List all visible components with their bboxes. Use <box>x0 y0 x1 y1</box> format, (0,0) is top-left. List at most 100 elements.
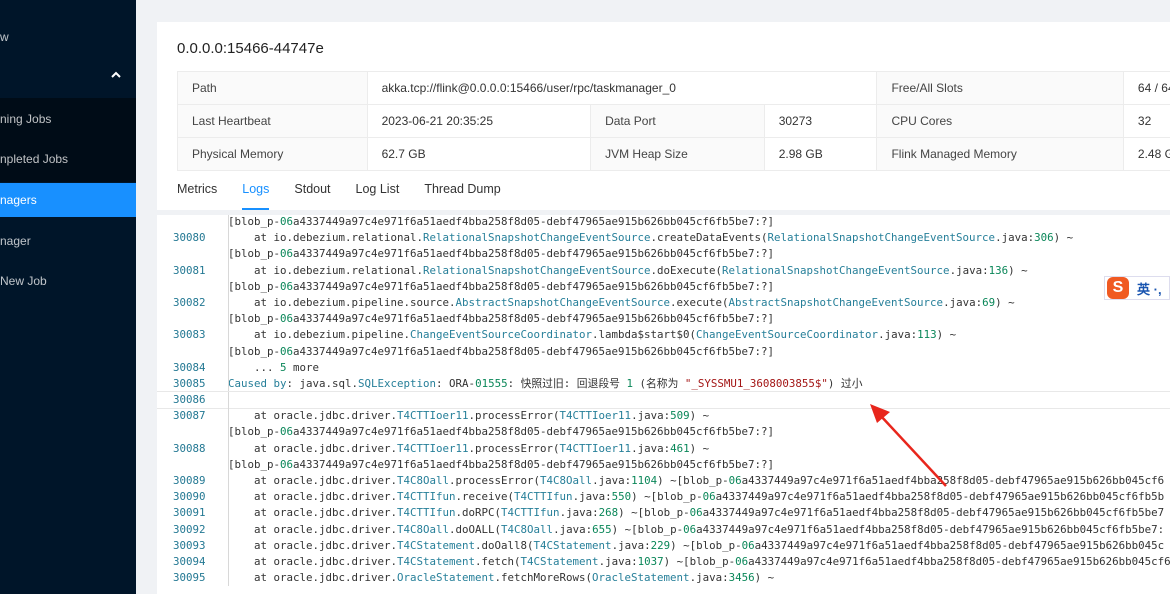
tab-log-list[interactable]: Log List <box>356 182 400 210</box>
log-token: RelationalSnapshotChangeEventSource <box>767 231 996 245</box>
sidebar-item-job-manager[interactable]: nager <box>0 224 136 258</box>
log-line: [blob_p-06a4337449a97c4e971f6a51aedf4bba… <box>157 215 1170 231</box>
log-token: .fetchMoreRows( <box>494 571 593 585</box>
path-value: akka.tcp://flink@0.0.0.0:15466/user/rpc/… <box>366 71 878 105</box>
log-token: at oracle.jdbc.driver. <box>228 522 398 536</box>
log-token: T4CTTIoer11 <box>559 409 632 423</box>
sidebar-item-submit-new-job[interactable]: New Job <box>0 264 136 298</box>
table-row: Last Heartbeat 2023-06-21 20:35:25 Data … <box>177 104 1170 138</box>
log-token: ) ~ <box>936 328 957 342</box>
log-text-row: [blob_p-06a4337449a97c4e971f6a51aedf4bba… <box>157 456 1170 474</box>
log-token: 509 <box>670 409 690 423</box>
tab-metrics[interactable]: Metrics <box>177 182 217 210</box>
log-token: a4337449a97c4e971f6a51aedf4bba258f8d05-d… <box>293 247 775 261</box>
sidebar-item-task-managers[interactable]: nagers <box>0 183 136 217</box>
cpu-value: 32 <box>1122 104 1170 138</box>
tabs: Metrics Logs Stdout Log List Thread Dump <box>177 182 526 210</box>
sidebar-item-label: w <box>0 30 9 44</box>
log-token: .execute( <box>670 295 729 309</box>
log-token: 06 <box>728 474 742 487</box>
chevron-up-icon[interactable] <box>111 70 123 84</box>
log-token: [blob_p- <box>228 247 281 261</box>
log-token: .java: <box>611 538 651 552</box>
sidebar-item-running-jobs[interactable]: ning Jobs <box>0 102 136 136</box>
log-token: T4CTTIfun <box>501 506 560 520</box>
log-text-row: at oracle.jdbc.driver.T4C8Oall.processEr… <box>157 473 1170 490</box>
log-line: 30080 at io.debezium.relational.Relation… <box>157 230 1170 263</box>
log-token: .java: <box>878 328 918 342</box>
log-token: at oracle.jdbc.driver. <box>228 538 398 552</box>
log-token: at oracle.jdbc.driver. <box>228 554 398 568</box>
log-token: a4337449a97c4e971f6a51aedf4bba258f8d05-d… <box>696 522 1165 536</box>
log-token: 550 <box>611 490 632 504</box>
log-token: a4337449a97c4e971f6a51aedf4bba258f8d05-d… <box>748 554 1170 568</box>
log-token: 229 <box>650 538 671 552</box>
log-text-row: at io.debezium.pipeline.ChangeEventSourc… <box>157 327 1170 344</box>
log-token: 06 <box>280 279 294 293</box>
log-token: RelationalSnapshotChangeEventSource <box>722 263 950 277</box>
log-token: T4CTTIoer11 <box>559 441 632 455</box>
log-token: ) ~ <box>689 441 710 455</box>
taskmanager-card: 0.0.0.0:15466-44747e Path akka.tcp://fli… <box>157 22 1170 210</box>
log-token: ) ~ <box>995 295 1015 309</box>
log-token: 06 <box>689 506 703 520</box>
log-token: RelationalSnapshotChangeEventSource <box>423 263 651 277</box>
slots-value: 64 / 64 <box>1122 71 1170 105</box>
log-token: 268 <box>598 506 619 520</box>
log-token: ) ~[blob_p- <box>618 506 690 520</box>
log-token: 06 <box>280 457 294 471</box>
log-token: at io.debezium.pipeline. <box>228 328 411 342</box>
log-token: at oracle.jdbc.driver. <box>228 506 398 520</box>
path-label: Path <box>177 71 368 105</box>
log-token: at oracle.jdbc.driver. <box>228 441 398 455</box>
log-line: 30085 Caused by: java.sql.SQLException: O… <box>157 375 1170 393</box>
sidebar-item-completed-jobs[interactable]: npleted Jobs <box>0 142 136 176</box>
log-token: 1037 <box>637 554 664 568</box>
sidebar-item-overview[interactable]: w <box>0 20 136 54</box>
table-row: Path akka.tcp://flink@0.0.0.0:15466/user… <box>177 71 1170 105</box>
log-token: 06 <box>741 538 755 552</box>
log-token: ) ~[blob_p- <box>663 554 736 568</box>
log-token: a4337449a97c4e971f6a51aedf4bba258f8d05-d… <box>293 457 775 471</box>
log-token: T4C8Oall <box>397 474 450 487</box>
log-token: [blob_p- <box>228 425 281 439</box>
tab-logs[interactable]: Logs <box>242 182 270 210</box>
log-token: 06 <box>280 215 294 228</box>
log-text-row: [blob_p-06a4337449a97c4e971f6a51aedf4bba… <box>157 278 1170 296</box>
log-token: T4CStatement <box>533 538 612 552</box>
log-text-row: at io.debezium.relational.RelationalSnap… <box>157 262 1170 279</box>
log-token: T4CTTIfun <box>397 490 456 504</box>
log-token: [blob_p- <box>228 312 281 326</box>
log-token: 113 <box>917 328 937 342</box>
log-token: OracleStatement <box>397 571 495 585</box>
physical-memory-value: 62.7 GB <box>366 137 592 171</box>
heartbeat-value: 2023-06-21 20:35:25 <box>366 104 592 138</box>
log-token: T4CStatement <box>397 554 476 568</box>
ime-toolbar[interactable]: S 英 ·, <box>1104 276 1170 300</box>
log-token: .doExecute( <box>650 263 723 277</box>
log-token: .java: <box>598 554 638 568</box>
log-token: T4CStatement <box>397 538 476 552</box>
log-text-row: at oracle.jdbc.driver.OracleStatement.fe… <box>157 570 1170 587</box>
log-token: .doOall8( <box>475 538 534 552</box>
log-token: .receive( <box>455 490 515 504</box>
log-token: a4337449a97c4e971f6a51aedf4bba258f8d05-d… <box>715 490 1165 504</box>
tab-thread-dump[interactable]: Thread Dump <box>424 182 500 210</box>
log-token: a4337449a97c4e971f6a51aedf4bba258f8d05-d… <box>702 506 1165 520</box>
log-token: T4C8Oall <box>397 522 450 536</box>
log-viewer[interactable]: [blob_p-06a4337449a97c4e971f6a51aedf4bba… <box>157 215 1170 594</box>
log-line: 30095 at oracle.jdbc.driver.OracleStatem… <box>157 570 1170 587</box>
log-token: 01555 <box>475 376 508 390</box>
log-text-row: Caused by: java.sql.SQLException: ORA-01… <box>157 375 1170 393</box>
log-text-row: at oracle.jdbc.driver.T4C8Oall.doOALL(T4… <box>157 521 1170 538</box>
log-token: .doRPC( <box>455 506 502 520</box>
log-token: .java: <box>949 263 989 277</box>
log-line: 30090 at oracle.jdbc.driver.T4CTTIfun.re… <box>157 489 1170 506</box>
log-token: 1104 <box>631 474 658 487</box>
log-token: [blob_p- <box>228 344 281 358</box>
tab-stdout[interactable]: Stdout <box>294 182 330 210</box>
log-token: : 快照过旧: 回退段号 <box>507 376 627 390</box>
log-token: [blob_p- <box>228 457 281 471</box>
log-token: a4337449a97c4e971f6a51aedf4bba258f8d05-d… <box>293 344 775 358</box>
log-token: a4337449a97c4e971f6a51aedf4bba258f8d05-d… <box>754 538 1165 552</box>
